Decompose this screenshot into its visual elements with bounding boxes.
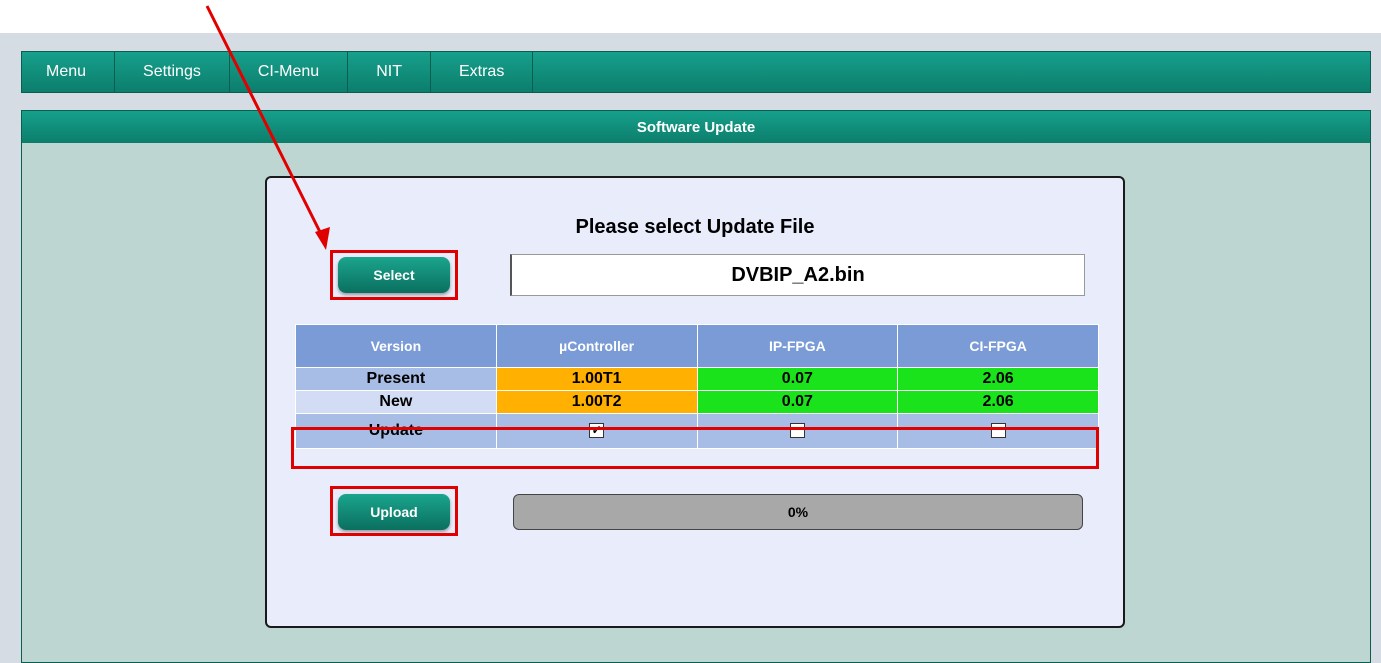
new-ucontroller: 1.00T2 — [495, 390, 698, 414]
ip-fpga-update-checkbox[interactable] — [789, 423, 805, 439]
update-card: Please select Update File Select DVBIP_A… — [265, 176, 1125, 628]
update-label: Update — [295, 413, 497, 449]
table-header-row: Version µController IP-FPGA CI-FPGA — [295, 324, 1099, 368]
nav-ci-menu[interactable]: CI-Menu — [230, 52, 349, 92]
new-ci-fpga: 2.06 — [897, 390, 1099, 414]
version-table: Version µController IP-FPGA CI-FPGA Pres… — [295, 324, 1099, 449]
nav-settings[interactable]: Settings — [115, 52, 230, 92]
select-button[interactable]: Select — [338, 257, 450, 293]
present-ci-fpga: 2.06 — [897, 367, 1099, 391]
header-ip-fpga: IP-FPGA — [696, 324, 899, 368]
top-nav: Menu Settings CI-Menu NIT Extras — [21, 51, 1371, 93]
new-ip-fpga: 0.07 — [696, 390, 899, 414]
nav-menu[interactable]: Menu — [22, 52, 116, 92]
present-ucontroller: 1.00T1 — [495, 367, 698, 391]
update-cell-ip-fpga — [696, 413, 899, 449]
ci-fpga-update-checkbox[interactable] — [990, 423, 1006, 439]
present-label: Present — [295, 367, 497, 391]
ucontroller-update-checkbox[interactable]: ✓ — [589, 423, 605, 439]
file-name-field: DVBIP_A2.bin — [510, 254, 1085, 296]
progress-text: 0% — [787, 504, 809, 520]
header-ucontroller: µController — [495, 324, 698, 368]
present-row: Present 1.00T1 0.07 2.06 — [295, 367, 1099, 391]
panel-title: Software Update — [22, 111, 1370, 143]
update-prompt: Please select Update File — [575, 216, 815, 238]
nav-nit[interactable]: NIT — [348, 52, 431, 92]
update-cell-ucontroller: ✓ — [495, 413, 698, 449]
update-row: Update ✓ — [295, 413, 1099, 449]
header-ci-fpga: CI-FPGA — [897, 324, 1099, 368]
update-cell-ci-fpga — [897, 413, 1099, 449]
nav-extras[interactable]: Extras — [431, 52, 534, 92]
upload-button[interactable]: Upload — [338, 494, 450, 530]
software-update-panel: Software Update Please select Update Fil… — [21, 110, 1371, 663]
new-label: New — [295, 390, 497, 414]
header-version: Version — [295, 324, 497, 368]
upload-progress-bar: 0% — [513, 494, 1083, 530]
present-ip-fpga: 0.07 — [696, 367, 899, 391]
new-row: New 1.00T2 0.07 2.06 — [295, 390, 1099, 414]
